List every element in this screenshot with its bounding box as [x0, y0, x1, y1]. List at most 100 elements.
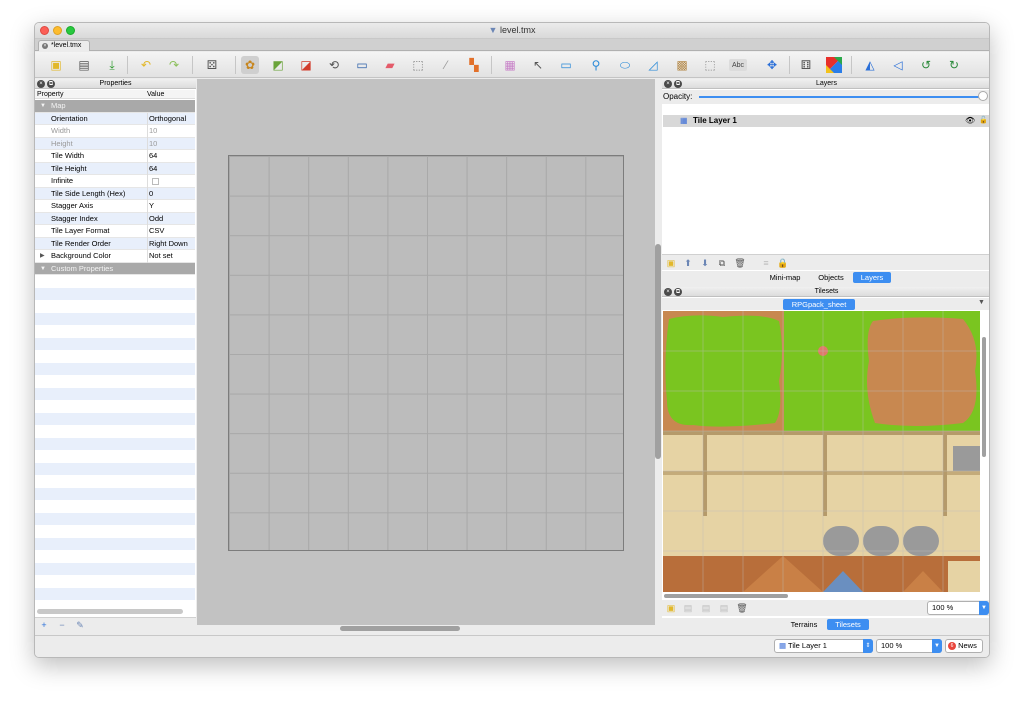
visibility-eye-icon[interactable]: 👁	[965, 115, 975, 127]
float-dock-icon[interactable]: ⧉	[674, 80, 682, 88]
rename-property-icon[interactable]: ✎	[74, 619, 86, 631]
insert-tile-icon[interactable]: ▩	[673, 56, 691, 74]
tileset-horizontal-scrollbar[interactable]	[664, 594, 788, 598]
close-dock-icon[interactable]: ×	[37, 80, 45, 88]
rectangular-select-icon[interactable]: ⬚	[409, 56, 427, 74]
opacity-slider-handle[interactable]	[978, 91, 988, 101]
document-tab[interactable]: × *level.tmx	[38, 40, 90, 51]
magic-wand-icon[interactable]: ⁄	[437, 56, 455, 74]
insert-text-icon[interactable]: Abc	[729, 59, 747, 71]
map-grid[interactable]	[228, 155, 624, 551]
tileset-tab-rpgpack[interactable]: RPGpack_sheet	[783, 299, 855, 310]
eraser-icon[interactable]: ▰	[381, 56, 399, 74]
property-row[interactable]: Tile Side Length (Hex) 0	[35, 187, 195, 200]
new-tileset-icon[interactable]: ▣	[665, 602, 677, 614]
property-row[interactable]: Infinite	[35, 175, 195, 188]
insert-template-icon[interactable]: ⬚	[701, 56, 719, 74]
remove-tileset-icon[interactable]: 🗑	[736, 602, 748, 614]
property-column-header[interactable]: Property	[37, 90, 63, 99]
layer-row[interactable]: ▦ Tile Layer 1 👁 🔓	[663, 115, 989, 127]
canvas-horizontal-scrollbar[interactable]	[340, 626, 460, 631]
save-icon[interactable]: ⤓	[103, 56, 121, 74]
remove-property-icon[interactable]: −	[56, 619, 68, 631]
rotate-left-icon[interactable]: ↺	[917, 56, 935, 74]
export-tileset-icon[interactable]: ▤	[700, 602, 712, 614]
map-zoom-select[interactable]: 100 % ▼	[876, 639, 942, 653]
add-property-icon[interactable]: +	[38, 619, 50, 631]
bucket-fill-icon[interactable]: ⟲	[325, 56, 343, 74]
canvas-vertical-scrollbar[interactable]	[655, 244, 661, 459]
property-row[interactable]: ▶ Background Color Not set	[35, 250, 195, 263]
tab-objects[interactable]: Objects	[812, 272, 850, 283]
group-map[interactable]: ▼ Map	[35, 100, 195, 113]
new-layer-icon[interactable]: ▣	[665, 257, 677, 269]
map-canvas[interactable]	[197, 79, 661, 625]
move-tool-icon[interactable]: ✥	[763, 56, 781, 74]
undo-icon[interactable]: ↶	[137, 56, 155, 74]
close-dock-icon[interactable]: ×	[664, 288, 672, 296]
document-tab-bar: × *level.tmx	[35, 39, 989, 51]
tileset-view[interactable]	[663, 311, 980, 592]
tab-tilesets[interactable]: Tilesets	[827, 619, 869, 630]
close-dock-icon[interactable]: ×	[664, 80, 672, 88]
rotate-right-icon[interactable]: ↻	[945, 56, 963, 74]
raise-layer-icon[interactable]: ⬆	[682, 257, 694, 269]
property-row[interactable]: Tile Render Order Right Down	[35, 237, 195, 250]
toggle-layers-icon[interactable]: ≡	[760, 257, 772, 269]
wang-brush-icon[interactable]: ◪	[297, 56, 315, 74]
shape-fill-icon[interactable]: ▭	[353, 56, 371, 74]
tileset-vertical-scrollbar[interactable]	[982, 337, 986, 457]
insert-polygon-icon[interactable]: ◿	[644, 56, 662, 74]
tileset-menu-chevron-down-icon[interactable]: ▼	[978, 299, 985, 306]
lock-layer-icon[interactable]: 🔒	[777, 257, 789, 269]
tileset-image[interactable]	[663, 311, 980, 592]
tileset-zoom-select[interactable]: 100 % ▼	[927, 601, 989, 615]
property-row[interactable]: Tile Height 64	[35, 162, 195, 175]
current-layer-select[interactable]: ▦ Tile Layer 1 ⇕	[774, 639, 873, 653]
opacity-fill	[699, 96, 983, 98]
select-same-tile-icon[interactable]: ▚	[465, 56, 483, 74]
edit-polygons-icon[interactable]: ↖	[529, 56, 547, 74]
property-row[interactable]: Tile Layer Format CSV	[35, 225, 195, 238]
infinite-checkbox[interactable]	[152, 177, 159, 185]
opacity-slider[interactable]	[699, 96, 983, 98]
lower-layer-icon[interactable]: ⬇	[699, 257, 711, 269]
property-row[interactable]: Width 10	[35, 125, 195, 138]
embed-tileset-icon[interactable]: ▤	[682, 602, 694, 614]
lock-icon[interactable]: 🔓	[979, 115, 988, 127]
new-file-icon[interactable]: ▣	[47, 56, 65, 74]
float-dock-icon[interactable]: ⧉	[47, 80, 55, 88]
terrain-brush-icon[interactable]: ◩	[269, 56, 287, 74]
tab-terrains[interactable]: Terrains	[784, 619, 824, 630]
open-file-icon[interactable]: ▤	[75, 56, 93, 74]
duplicate-layer-icon[interactable]: ⧉	[716, 257, 728, 269]
property-row[interactable]: Stagger Axis Y	[35, 200, 195, 213]
properties-scrollbar[interactable]	[37, 609, 183, 614]
insert-rectangle-icon[interactable]: ▭	[557, 56, 575, 74]
group-custom-properties[interactable]: ▼ Custom Properties	[35, 262, 195, 275]
random-mode-icon[interactable]: ⚄	[203, 56, 221, 74]
flip-vertical-icon[interactable]: ◁	[889, 56, 907, 74]
value-column-header[interactable]: Value	[147, 90, 164, 99]
news-button[interactable]: 6 News	[945, 639, 983, 653]
insert-point-icon[interactable]: ⚲	[587, 56, 605, 74]
dice-random-icon[interactable]: ⚅	[797, 56, 815, 74]
property-row[interactable]: Tile Width 64	[35, 150, 195, 163]
tab-mini-map[interactable]: Mini-map	[762, 272, 808, 283]
flip-horizontal-icon[interactable]: ◭	[861, 56, 879, 74]
layer-name[interactable]: Tile Layer 1	[693, 115, 737, 127]
stamp-brush-icon[interactable]: ✿	[241, 56, 259, 74]
delete-layer-icon[interactable]: 🗑	[734, 257, 746, 269]
property-row[interactable]: Height 10	[35, 137, 195, 150]
select-objects-icon[interactable]: ▦	[501, 56, 519, 74]
property-row[interactable]: Orientation Orthogonal	[35, 112, 195, 125]
close-tab-icon[interactable]: ×	[42, 43, 48, 49]
opacity-label: Opacity:	[663, 92, 693, 101]
edit-tileset-icon[interactable]: ▤	[718, 602, 730, 614]
tab-layers[interactable]: Layers	[853, 272, 891, 283]
float-dock-icon[interactable]: ⧉	[674, 288, 682, 296]
redo-icon[interactable]: ↷	[165, 56, 183, 74]
insert-ellipse-icon[interactable]: ⬭	[616, 56, 634, 74]
color-picker-icon[interactable]	[825, 56, 843, 74]
property-row[interactable]: Stagger Index Odd	[35, 212, 195, 225]
